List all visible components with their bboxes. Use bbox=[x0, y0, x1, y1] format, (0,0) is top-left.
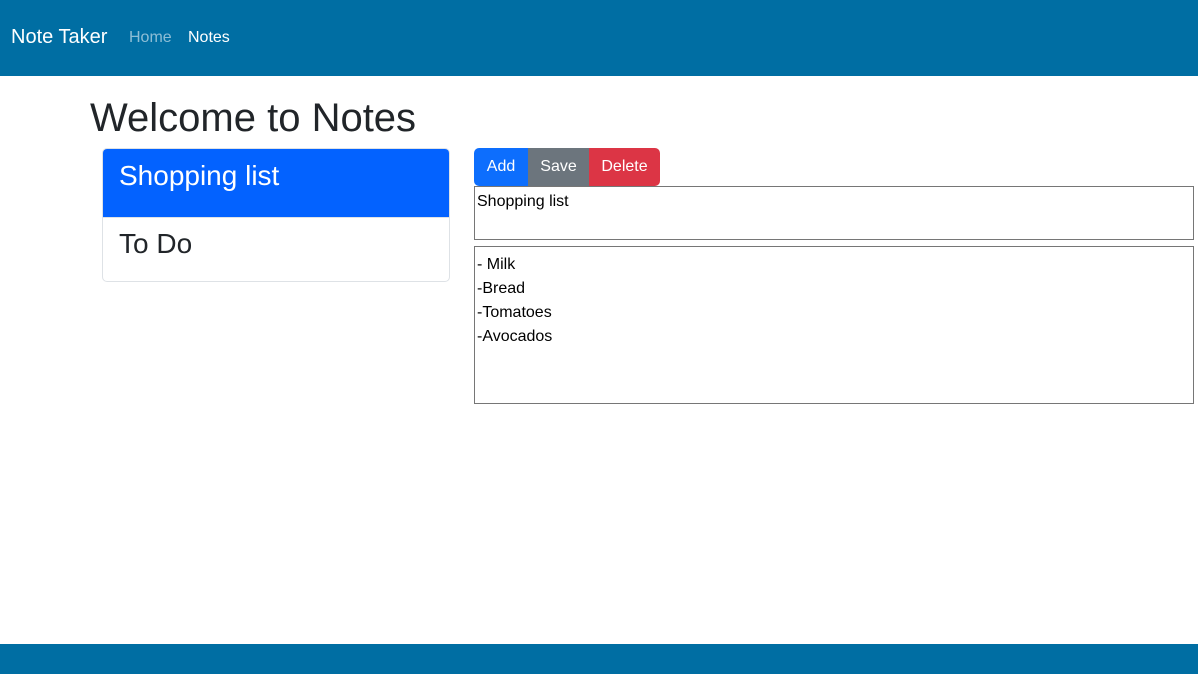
footer bbox=[0, 644, 1198, 674]
note-list: Shopping list To Do bbox=[102, 148, 450, 282]
save-button[interactable]: Save bbox=[528, 148, 589, 186]
note-item-to-do[interactable]: To Do bbox=[103, 217, 449, 281]
note-title-field[interactable]: Shopping list bbox=[474, 186, 1194, 240]
note-item-shopping-list[interactable]: Shopping list bbox=[103, 149, 449, 217]
note-toolbar: Add Save Delete bbox=[474, 148, 660, 186]
add-button[interactable]: Add bbox=[474, 148, 528, 186]
navbar: Note Taker Home Notes bbox=[0, 0, 1198, 76]
brand-link[interactable]: Note Taker bbox=[11, 25, 107, 49]
delete-button[interactable]: Delete bbox=[589, 148, 660, 186]
nav-notes-link[interactable]: Notes bbox=[188, 28, 230, 47]
nav-home-link[interactable]: Home bbox=[129, 28, 172, 47]
note-body-line: -Avocados bbox=[477, 328, 553, 345]
note-body-line: - Milk bbox=[477, 256, 516, 273]
note-body-textarea[interactable]: - Milk -Bread -Tomatoes -Avocados bbox=[474, 246, 1194, 404]
note-body-line: -Tomatoes bbox=[477, 304, 552, 321]
note-body-line: -Bread bbox=[477, 280, 526, 297]
page-title: Welcome to Notes bbox=[90, 96, 417, 140]
